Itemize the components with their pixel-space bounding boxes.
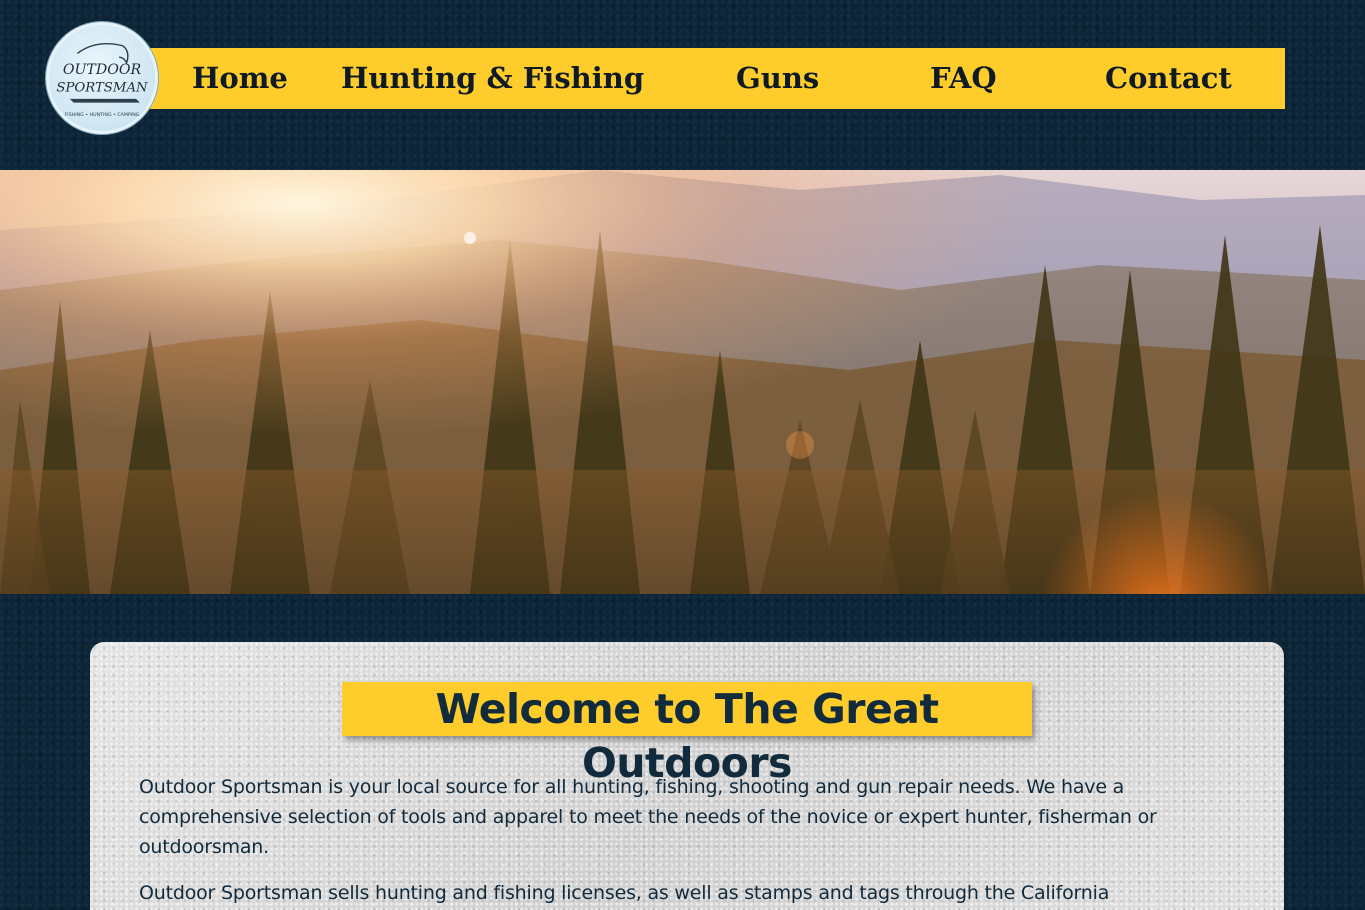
hero-image — [0, 170, 1365, 594]
main-navigation: Home Hunting & Fishing Guns FAQ Contact — [150, 48, 1285, 109]
logo-text-line2: SPORTSMAN — [56, 80, 148, 95]
logo-icon: OUTDOOR SPORTSMAN FISHING • HUNTING • CA… — [56, 43, 148, 118]
nav-contact[interactable]: Contact — [1105, 48, 1232, 109]
intro-paragraph: Outdoor Sportsman is your local source f… — [139, 776, 1157, 858]
logo[interactable]: OUTDOOR SPORTSMAN FISHING • HUNTING • CA… — [46, 22, 158, 134]
welcome-card: Welcome to The Great Outdoors Outdoor Sp… — [90, 642, 1284, 910]
nav-faq[interactable]: FAQ — [930, 48, 997, 109]
welcome-banner: Welcome to The Great Outdoors — [342, 682, 1032, 787]
nav-home[interactable]: Home — [192, 48, 288, 109]
nav-hunting-fishing[interactable]: Hunting & Fishing — [341, 48, 644, 109]
nav-guns[interactable]: Guns — [736, 48, 819, 109]
licenses-paragraph: Outdoor Sportsman sells hunting and fish… — [139, 882, 1110, 904]
forest-landscape-image — [0, 170, 1365, 594]
site-header: OUTDOOR SPORTSMAN FISHING • HUNTING • CA… — [0, 0, 1365, 170]
logo-text-line1: OUTDOOR — [63, 62, 142, 78]
logo-tagline: FISHING • HUNTING • CAMPING — [65, 112, 140, 118]
